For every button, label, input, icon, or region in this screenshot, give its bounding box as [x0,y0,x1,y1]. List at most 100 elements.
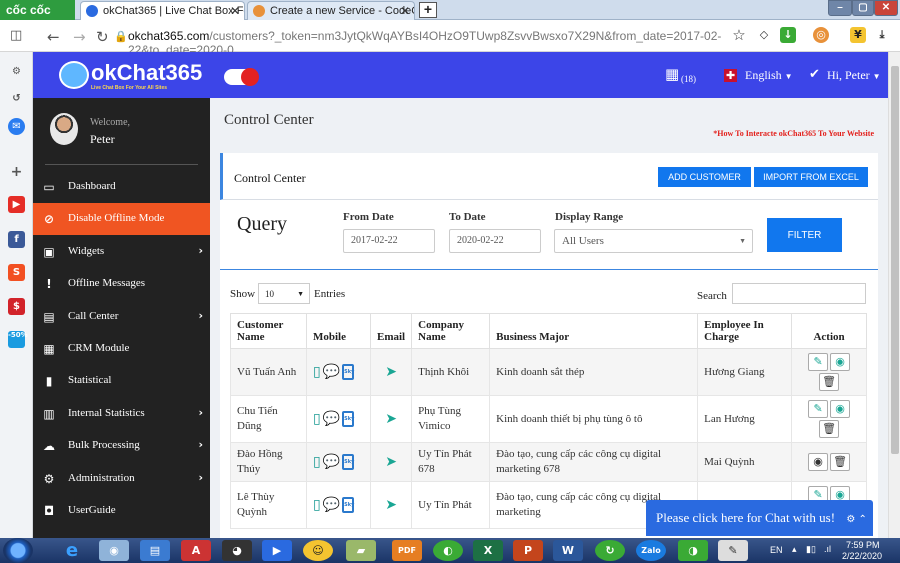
minimize-button[interactable]: – [828,0,852,16]
send-email-icon[interactable]: ➤ [385,497,397,513]
chat-widget-bar[interactable]: Please click here for Chat with us! ⚙ ⌃ [646,500,873,536]
word-icon[interactable]: W [553,540,583,561]
language-dropdown[interactable]: English ▼ [745,68,793,83]
chat-icon[interactable]: 💬 [323,364,340,380]
powerpoint-icon[interactable]: P [513,540,543,561]
calendar-icon[interactable]: ▦ [665,65,679,83]
youtube-icon[interactable]: ▶ [8,196,25,213]
column-header[interactable]: Mobile [306,313,371,349]
entries-select[interactable]: 10 ▼ [258,283,310,304]
wallet-ext-icon[interactable]: ¥ [850,27,866,43]
skype-icon[interactable]: Sky [342,497,354,513]
facebook-icon[interactable]: f [8,231,25,248]
chat-icon[interactable]: 💬 [323,497,340,513]
refresh-app-icon[interactable]: ↻ [595,540,625,561]
coccoc-browser-icon[interactable]: ◑ [678,540,708,561]
import-excel-button[interactable]: IMPORT FROM EXCEL [754,167,868,187]
delete-trash-icon[interactable]: 🗑 [819,420,840,438]
sidebar-item-dashboard[interactable]: ▭ Dashboard [33,171,210,203]
close-window-button[interactable]: ✕ [874,0,898,16]
from-date-input[interactable]: 2017-02-22 [343,229,435,253]
shop-deal-icon[interactable]: $ [8,298,25,315]
close-tab-icon[interactable]: ✕ [400,4,410,18]
signal-icon[interactable]: .ıl [824,544,831,554]
column-header[interactable]: Business Major [489,313,699,349]
url-field[interactable]: okchat365.com/customers?_token=nm3JytQkW… [128,27,728,57]
page-scrollbar[interactable] [888,52,900,538]
sidebar-item-statistical[interactable]: ▮ Statistical [33,365,210,397]
search-input[interactable] [732,283,866,304]
add-customer-button[interactable]: ADD CUSTOMER [658,167,751,187]
reload-icon[interactable]: ↻ [96,28,109,46]
howto-link[interactable]: *How To Interacte okChat365 To Your Webs… [713,129,874,138]
sidebar-item-userguide[interactable]: ◘ UserGuide [33,495,210,527]
view-eye-icon[interactable]: ◉ [830,400,851,418]
notepad-icon[interactable]: ✎ [718,540,748,561]
sidebar-item-widgets[interactable]: ▣ Widgets › [33,236,210,268]
phone-icon[interactable]: ▯ [313,411,321,427]
send-email-icon[interactable]: ➤ [385,411,397,427]
sidebar-item-administration[interactable]: ⚙ Administration › [33,463,210,495]
settings-icon[interactable]: ⚙ [8,63,25,80]
phone-icon[interactable]: ▯ [313,364,321,380]
extension-icon[interactable]: ◎ [813,27,829,43]
sale-badge-icon[interactable]: -50% [8,331,28,348]
download-ext-icon[interactable]: ↓ [780,27,796,43]
skype-icon[interactable]: Sky [342,411,354,427]
delete-trash-icon[interactable]: 🗑 [819,373,840,391]
column-header[interactable]: Company Name [411,313,491,349]
skype-icon[interactable]: Sky [342,454,354,470]
back-icon[interactable]: ← [47,28,60,46]
sidebar-toggle-icon[interactable]: ◫ [10,28,22,43]
to-date-input[interactable]: 2020-02-22 [449,229,541,253]
browser-tab[interactable]: Create a new Service - CodeC ✕ [247,1,415,20]
excel-icon[interactable]: X [473,540,503,561]
close-tab-icon[interactable]: ✕ [230,4,240,18]
browser-tab-active[interactable]: okChat365 | Live Chat Box For ✕ [80,1,245,20]
chat-icon[interactable]: 💬 [323,454,340,470]
send-email-icon[interactable]: ➤ [385,364,397,380]
coccoc-icon[interactable]: ◐ [433,540,463,561]
network-icon[interactable]: ▮▯ [806,544,816,555]
downloads-icon[interactable]: ⤓ [874,27,890,43]
user-menu[interactable]: Hi, Peter ▼ [827,68,881,83]
sidebar-item-offline-messages[interactable]: ! Offline Messages [33,268,210,300]
history-icon[interactable]: ↺ [8,90,25,107]
forward-icon[interactable]: → [73,28,86,46]
phone-icon[interactable]: ▯ [313,497,321,513]
chat-icon[interactable]: 💬 [323,411,340,427]
start-button[interactable] [3,538,33,563]
pdf-icon[interactable]: PDF [392,540,422,561]
ie-icon[interactable]: e [57,540,87,561]
new-tab-button[interactable]: + [419,2,437,18]
add-panel-icon[interactable]: + [8,164,25,181]
clock-time[interactable]: 7:59 PM [846,540,880,550]
browser-brand[interactable]: cốc cốc [0,0,75,20]
sidebar-item-disable-offline-mode[interactable]: ⊘ Disable Offline Mode [33,203,210,236]
messenger-icon[interactable]: ✉ [8,118,25,135]
capture-icon[interactable]: ◕ [222,540,252,561]
filter-button[interactable]: FILTER [767,218,842,252]
language-indicator[interactable]: EN [770,545,783,555]
pdf-reader-icon[interactable]: A [181,540,211,561]
sidebar-item-crm-module[interactable]: ▦ CRM Module [33,333,210,365]
notes-icon[interactable]: ▰ [346,540,376,561]
star-icon[interactable]: ☆ [731,27,747,43]
sidebar-item-bulk-processing[interactable]: ☁ Bulk Processing › [33,430,210,462]
skype-icon[interactable]: Sky [342,364,354,380]
sidebar-item-call-center[interactable]: ▤ Call Center › [33,301,210,333]
shopee-icon[interactable]: S [8,264,25,281]
offline-mode-toggle[interactable] [224,68,259,86]
scrollbar-thumb[interactable] [891,66,899,454]
column-header[interactable]: Action [791,313,867,349]
delete-trash-icon[interactable]: 🗑 [830,453,851,471]
explorer-icon[interactable]: ◉ [99,540,129,561]
maximize-button[interactable]: ▢ [852,0,874,16]
shield-icon[interactable]: ◇ [756,27,772,43]
zalo-icon[interactable]: Zalo [636,540,666,561]
view-eye-icon[interactable]: ◉ [808,453,829,471]
column-header[interactable]: Email [369,313,413,349]
smiley-icon[interactable]: ☺ [303,540,333,561]
send-email-icon[interactable]: ➤ [385,454,397,470]
phone-icon[interactable]: ▯ [313,454,321,470]
